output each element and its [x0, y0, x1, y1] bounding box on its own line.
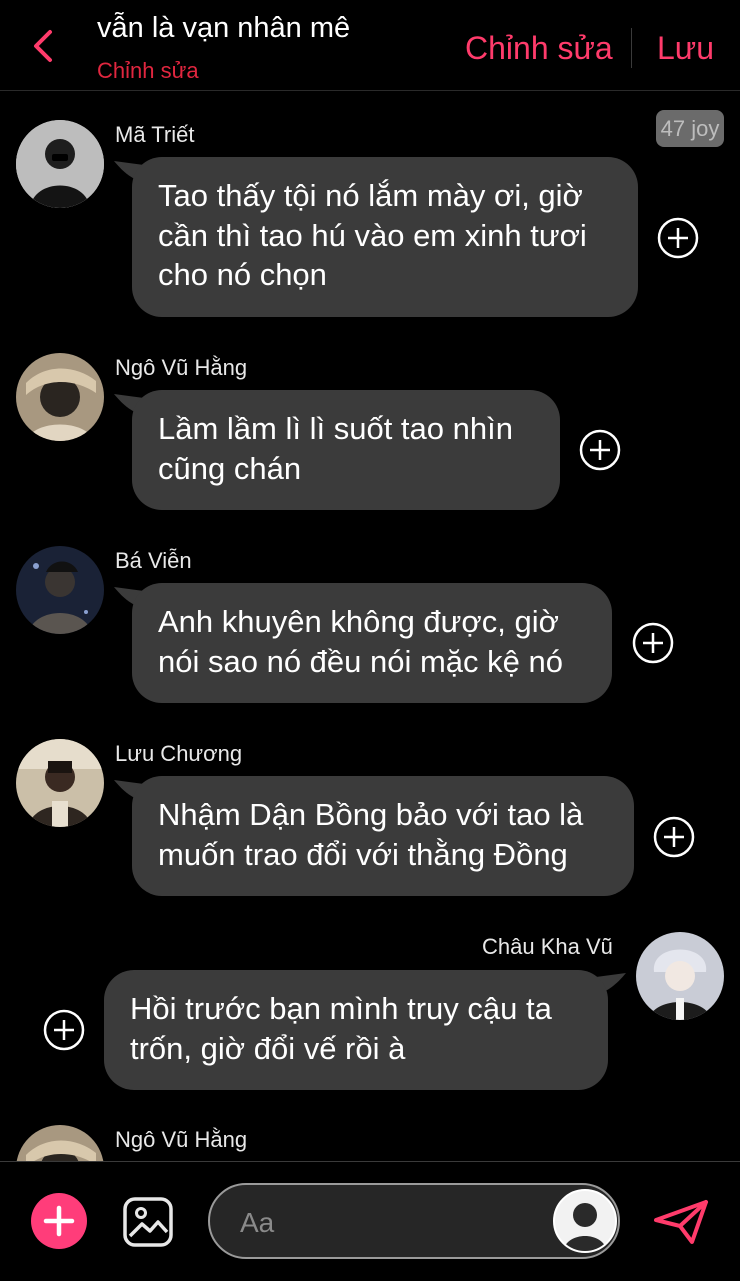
sender-name: Ngô Vũ Hằng — [115, 1127, 248, 1152]
message-bubble[interactable]: Tao thấy tội nó lắm mày ơi, giờ cần thì … — [132, 157, 638, 317]
avatar[interactable] — [16, 353, 104, 441]
send-icon[interactable] — [652, 1198, 710, 1246]
plus-circle-icon[interactable] — [653, 816, 695, 858]
avatar[interactable] — [636, 932, 724, 1020]
sender-name: Lưu Chương — [115, 741, 243, 766]
input-placeholder: Aa — [240, 1207, 275, 1238]
message-list[interactable]: 47 joy Mã Triết Tao thấy tội nó lắm mày … — [0, 91, 740, 1161]
add-button[interactable] — [31, 1193, 87, 1249]
chevron-left-icon[interactable] — [28, 26, 60, 66]
add-icon — [43, 1205, 75, 1237]
avatar[interactable] — [16, 739, 104, 827]
message-bubble[interactable]: Nhậm Dận Bồng bảo với tao là muốn trao đ… — [132, 776, 634, 896]
sender-name: Ngô Vũ Hằng — [115, 355, 248, 380]
chat-title[interactable]: vẫn là vạn nhân mê — [97, 12, 350, 45]
sender-name: Bá Viễn — [115, 548, 192, 573]
header-divider — [631, 28, 632, 68]
chat-header: vẫn là vạn nhân mê Chỉnh sửa Chỉnh sửa L… — [0, 0, 740, 91]
message-input[interactable]: Aa — [208, 1183, 620, 1259]
plus-circle-icon[interactable] — [657, 217, 699, 259]
message-bubble[interactable]: Lầm lầm lì lì suốt tao nhìn cũng chán — [132, 390, 560, 510]
image-icon[interactable] — [122, 1196, 174, 1248]
plus-circle-icon[interactable] — [632, 622, 674, 664]
plus-circle-icon[interactable] — [579, 429, 621, 471]
plus-circle-icon[interactable] — [43, 1009, 85, 1051]
sender-name: Mã Triết — [115, 122, 195, 147]
avatar[interactable] — [16, 546, 104, 634]
sender-name: Châu Kha Vũ — [482, 934, 613, 959]
chat-subtitle[interactable]: Chỉnh sửa — [97, 58, 199, 84]
composer-bar: Aa — [0, 1161, 740, 1281]
message-bubble[interactable]: Hồi trước bạn mình truy cậu ta trốn, giờ… — [104, 970, 608, 1090]
avatar[interactable] — [16, 1125, 104, 1161]
avatar[interactable] — [16, 120, 104, 208]
joy-badge: 47 joy — [656, 110, 724, 147]
message-bubble[interactable]: Anh khuyên không được, giờ nói sao nó đề… — [132, 583, 612, 703]
edit-button[interactable]: Chỉnh sửa — [465, 30, 613, 67]
save-button[interactable]: Lưu — [657, 30, 714, 67]
avatar-icon[interactable] — [553, 1189, 617, 1253]
